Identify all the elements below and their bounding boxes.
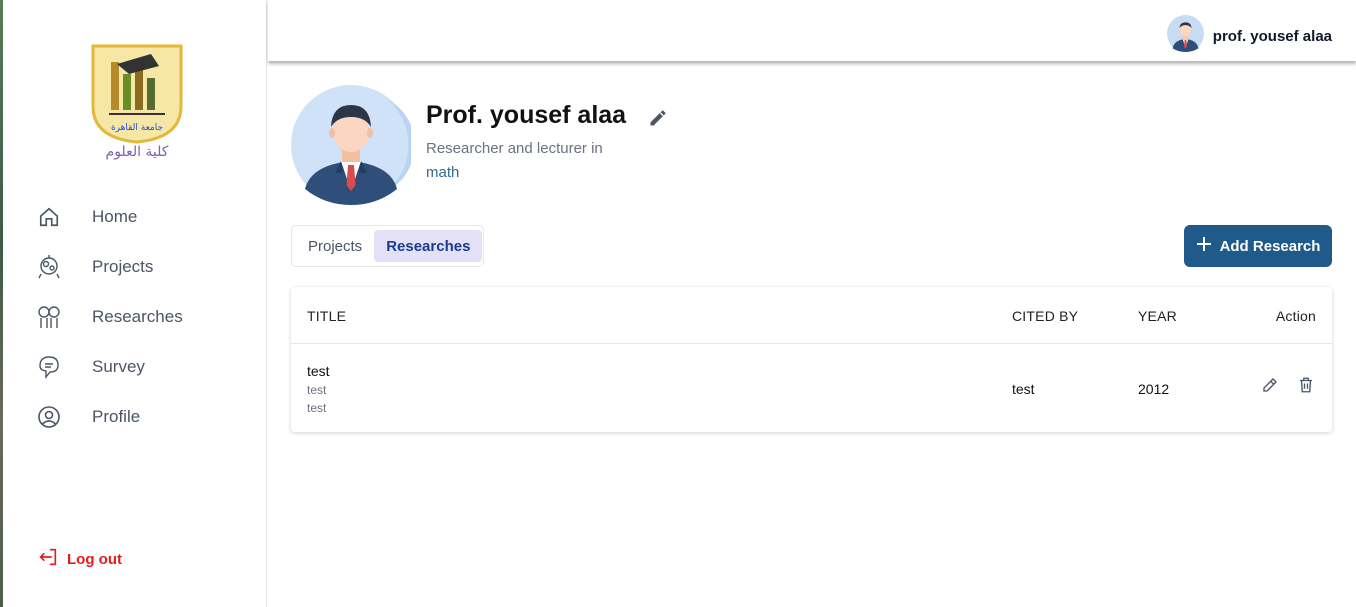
column-header-action: Action (1275, 308, 1316, 324)
column-header-year: YEAR (1138, 308, 1177, 324)
tab-group: Projects Researches (291, 225, 484, 267)
sidebar-item-label: Survey (92, 357, 145, 376)
profile-icon (35, 403, 63, 431)
user-menu[interactable]: prof. yousef alaa (1166, 15, 1332, 57)
logout-button[interactable]: Log out (37, 546, 122, 573)
add-research-label: Add Research (1219, 237, 1321, 255)
profile-avatar (291, 85, 415, 205)
sidebar-item-label: Home (92, 207, 138, 226)
sidebar-item-researches[interactable]: Researches (35, 302, 255, 332)
sidebar-item-survey[interactable]: Survey (35, 352, 255, 382)
topbar: prof. yousef alaa (268, 0, 1356, 61)
sidebar-item-label: Researches (92, 307, 183, 326)
edit-icon[interactable] (1261, 376, 1279, 399)
research-subtitle: test (307, 383, 327, 397)
sidebar-item-profile[interactable]: Profile (35, 402, 255, 432)
edit-profile-icon[interactable] (648, 108, 668, 133)
projects-icon (35, 253, 63, 281)
survey-icon (35, 353, 63, 381)
profile-field: math (426, 164, 460, 181)
faculty-logo: جامعة القاهرة كلية العلوم (89, 44, 185, 160)
column-header-cited-by: CITED BY (1012, 308, 1079, 324)
plus-icon (1196, 236, 1212, 256)
researches-icon (35, 303, 63, 331)
user-name: prof. yousef alaa (1212, 27, 1332, 45)
sidebar-item-projects[interactable]: Projects (35, 252, 255, 282)
add-research-button[interactable]: Add Research (1184, 225, 1332, 267)
home-icon (35, 203, 63, 231)
logout-icon (37, 546, 59, 573)
tab-researches[interactable]: Researches (374, 230, 483, 262)
research-cited-by: test (1012, 381, 1035, 397)
profile-role: Researcher and lecturer in (426, 140, 603, 157)
sidebar-item-label: Projects (92, 257, 154, 276)
sidebar-item-label: Profile (92, 407, 141, 426)
research-year: 2012 (1138, 381, 1170, 397)
sidebar: جامعة القاهرة كلية العلوم Home Projects … (3, 0, 267, 607)
logo-text: كلية العلوم (106, 144, 169, 160)
logout-label: Log out (67, 551, 122, 568)
delete-icon[interactable] (1297, 376, 1315, 399)
research-title: test (307, 363, 330, 379)
table-divider (291, 343, 1332, 344)
logo-arc-text: جامعة القاهرة (111, 123, 163, 133)
profile-name: Prof. yousef alaa (426, 101, 627, 129)
research-subtitle: test (307, 401, 327, 415)
researches-table: TITLE CITED BY YEAR Action test test tes… (291, 287, 1332, 432)
column-header-title: TITLE (307, 308, 347, 324)
sidebar-item-home[interactable]: Home (35, 202, 255, 232)
tab-projects[interactable]: Projects (296, 230, 374, 262)
avatar (1166, 15, 1204, 57)
